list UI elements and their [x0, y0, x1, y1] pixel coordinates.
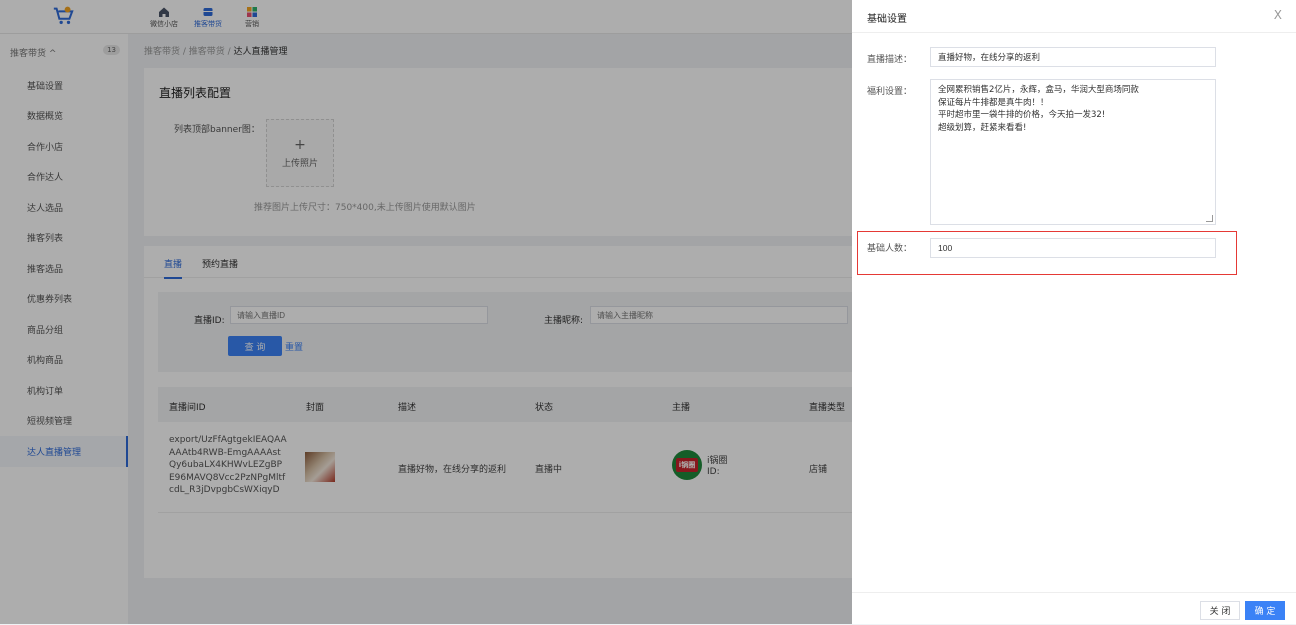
welfare-line: 保证每片牛排都是真牛肉！！ [938, 97, 1049, 108]
drawer-title: 基础设置 [867, 14, 907, 25]
welfare-line: 全网累积销售2亿片，永辉，盒马，华润大型商场同款 [938, 85, 1139, 95]
modal-overlay[interactable] [0, 0, 852, 624]
resize-handle-icon[interactable] [1206, 215, 1213, 222]
welfare-line: 平时超市里一袋牛排的价格，今天拍一发32! [938, 110, 1106, 120]
base-count-label: 基础人数： [867, 244, 913, 254]
base-count-input[interactable] [930, 238, 1216, 258]
close-icon[interactable]: X [1274, 8, 1282, 22]
desc-label: 直播描述： [867, 55, 913, 65]
drawer-footer: 关 闭 确 定 [852, 592, 1296, 625]
drawer-header: 基础设置 X [852, 0, 1296, 33]
welfare-textarea[interactable]: 全网累积销售2亿片，永辉，盒马，华润大型商场同款 保证每片牛排都是真牛肉！！ 平… [930, 79, 1216, 225]
welfare-line: 超级划算，赶紧来看看! [938, 122, 1027, 133]
welfare-label: 福利设置： [867, 87, 913, 97]
confirm-button[interactable]: 确 定 [1245, 601, 1285, 620]
basic-settings-drawer: 基础设置 X 直播描述： 福利设置： 全网累积销售2亿片，永辉，盒马，华润大型商… [852, 0, 1296, 624]
live-description-input[interactable] [930, 47, 1216, 67]
close-button[interactable]: 关 闭 [1200, 601, 1240, 620]
